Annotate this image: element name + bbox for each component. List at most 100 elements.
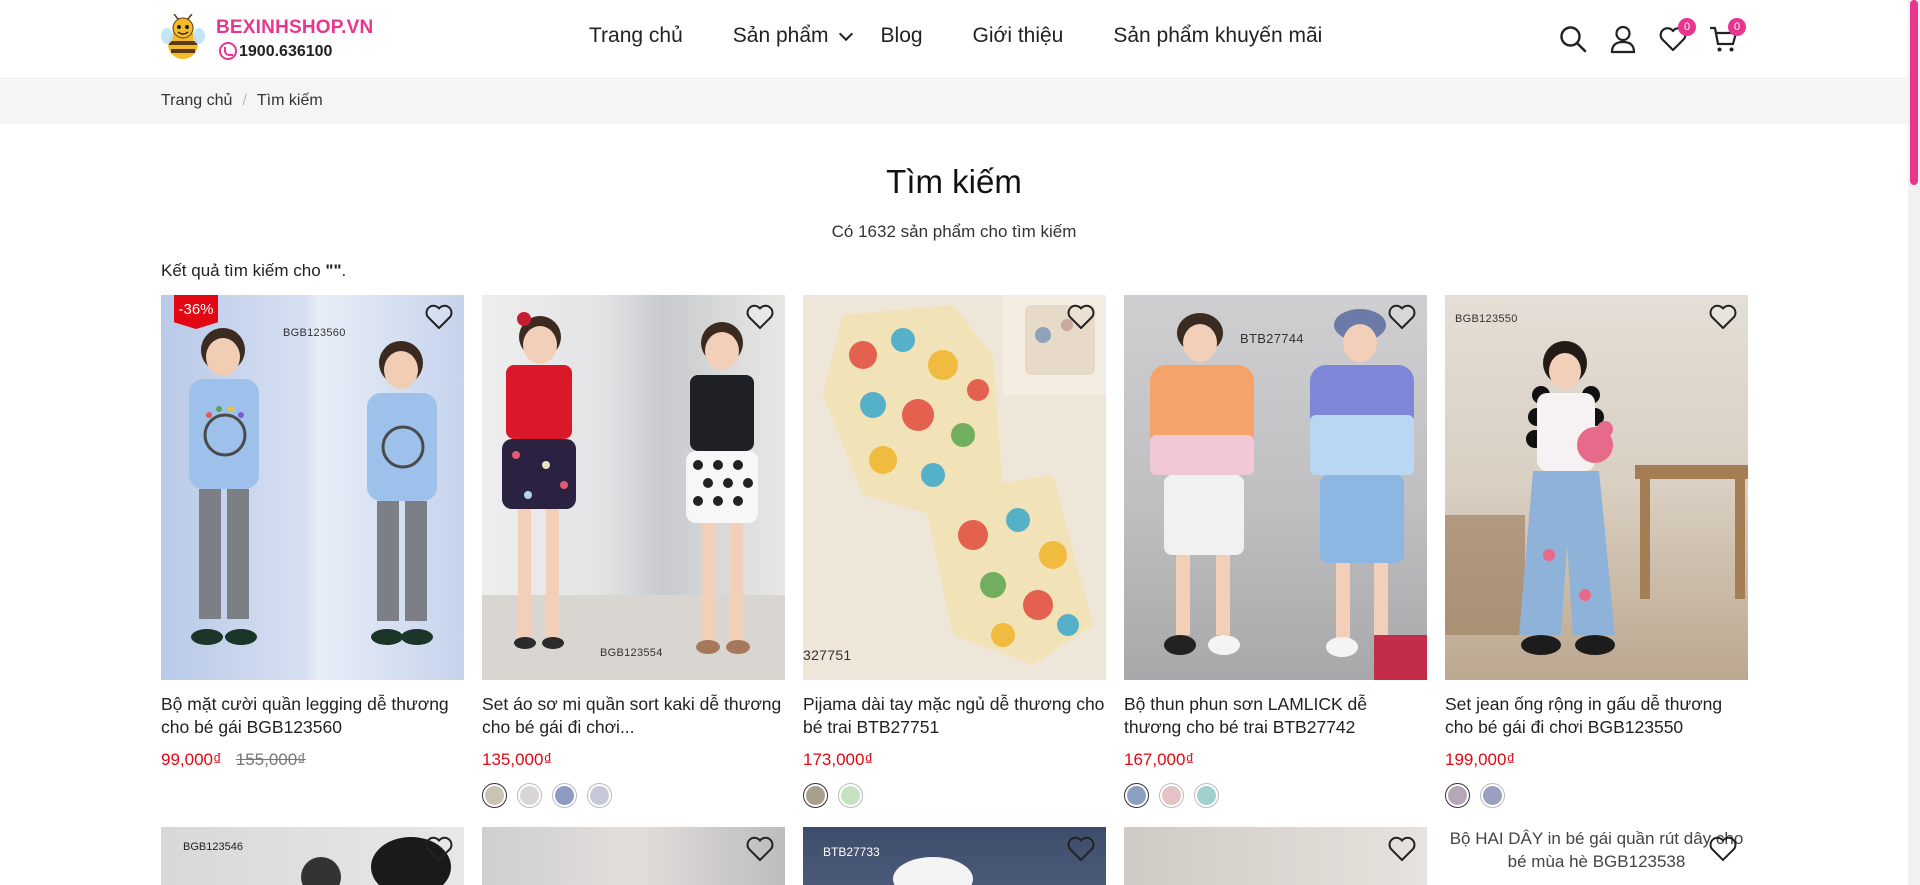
product-photo-wide-jeans-set [1445,341,1748,655]
nav-about[interactable]: Giới thiệu [973,24,1064,48]
color-swatches [1445,783,1748,808]
heart-icon[interactable] [1387,835,1417,863]
color-swatch[interactable] [1480,783,1505,808]
product-prices: 135,000₫ [482,750,785,770]
product-card[interactable]: BGB123554 Set áo sơ mi quần sort kaki dễ… [482,295,785,808]
phone-icon [219,42,237,60]
product-price: 167,000₫ [1124,750,1195,769]
product-price: 173,000₫ [803,750,874,769]
color-swatch[interactable] [1445,783,1470,808]
heart-icon[interactable] [745,303,775,331]
product-card[interactable]: BGB123550 Set jean ống rộng in gấu dễ th… [1445,295,1748,808]
color-swatch-fill [1127,786,1146,805]
product-image[interactable]: BGB123554 [482,295,785,680]
product-card[interactable]: BTB27733 [803,827,1106,885]
result-suffix: . [341,261,347,280]
scrollbar-thumb[interactable] [1910,0,1918,185]
color-swatch[interactable] [517,783,542,808]
product-prices: 199,000₫ [1445,750,1748,770]
brand-name: BEXINHSHOP.VN [216,17,374,38]
breadcrumb: Trang chủ / Tìm kiếm [161,92,323,110]
product-image[interactable] [1124,827,1427,885]
product-title[interactable]: Bộ thun phun sơn LAMLICK dễ thương cho b… [1124,693,1427,739]
product-image[interactable]: BTB27744 [1124,295,1427,680]
nav-blog[interactable]: Blog [881,24,923,48]
color-swatches [482,783,785,808]
scrollbar[interactable] [1908,0,1920,885]
heart-icon[interactable] [1387,303,1417,331]
color-swatch-fill [590,786,609,805]
product-title[interactable]: Pijama dài tay mặc ngủ dễ thương cho bé … [803,693,1106,739]
color-swatch[interactable] [552,783,577,808]
site-header: BEXINHSHOP.VN 1900.636100 Trang chủ Sản … [0,0,1920,79]
product-title[interactable]: Set áo sơ mi quần sort kaki dễ thương ch… [482,693,785,739]
product-card[interactable]: 327751 Pijama dài tay mặc ngủ dễ thương … [803,295,1106,808]
main-nav: Trang chủ Sản phẩm Blog Giới thiệu Sản p… [589,24,1372,48]
heart-icon[interactable] [424,835,454,863]
product-code: BTB27744 [1240,331,1304,346]
broken-image-alt-text[interactable]: Bộ HAI DÂY in bé gái quần rút dây cho bé… [1445,827,1748,873]
wishlist-count-badge: 0 [1678,18,1696,36]
result-query-text: Kết quả tìm kiếm cho "". [161,261,346,281]
product-code: BGB123560 [283,327,346,339]
heart-icon[interactable] [745,835,775,863]
product-title[interactable]: Bộ mặt cười quần legging dễ thương cho b… [161,693,464,739]
product-card[interactable]: BTB27744 Bộ thun phun sơn LAMLICK dễ thư… [1124,295,1427,808]
product-card[interactable]: BGB123546 [161,827,464,885]
cart-count-badge: 0 [1728,18,1746,36]
product-code: BTB27733 [823,845,880,859]
product-image[interactable]: BGB123560 -36% [161,295,464,680]
product-card[interactable] [482,827,785,885]
product-photo-shirt-shorts-set [482,312,785,680]
color-swatch-fill [1197,786,1216,805]
heart-icon[interactable] [1066,835,1096,863]
heart-icon[interactable] [1708,835,1738,863]
color-swatch[interactable] [803,783,828,808]
product-image[interactable]: 327751 [803,295,1106,680]
color-swatch[interactable] [1124,783,1149,808]
breadcrumb-separator: / [242,92,247,109]
product-price: 135,000₫ [482,750,553,769]
wishlist-button[interactable]: 0 [1658,18,1696,54]
nav-home[interactable]: Trang chủ [589,24,683,48]
color-swatches [1124,783,1427,808]
product-image[interactable]: BGB123550 [1445,295,1748,680]
account-button[interactable] [1608,24,1638,54]
nav-promotions[interactable]: Sản phẩm khuyến mãi [1113,24,1322,48]
color-swatch-fill [555,786,574,805]
search-button[interactable] [1558,24,1588,54]
cart-button[interactable]: 0 [1708,18,1746,54]
color-swatch-fill [841,786,860,805]
heart-icon[interactable] [1066,303,1096,331]
result-count: Có 1632 sản phẩm cho tìm kiếm [831,222,1077,241]
chevron-down-icon [838,26,853,41]
product-prices: 99,000₫ 155,000₫ [161,750,464,770]
product-card[interactable] [1124,827,1427,885]
color-swatch[interactable] [482,783,507,808]
product-code: BGB123554 [600,647,663,659]
product-image[interactable]: BTB27733 [803,827,1106,885]
product-photo-pajama-set [823,295,1106,665]
result-query: "" [325,261,342,280]
breadcrumb-home[interactable]: Trang chủ [161,92,232,110]
breadcrumb-current: Tìm kiếm [256,92,323,109]
product-image[interactable] [482,827,785,885]
heart-icon[interactable] [1708,303,1738,331]
color-swatch[interactable] [838,783,863,808]
heart-icon[interactable] [424,303,454,331]
color-swatch[interactable] [587,783,612,808]
product-card[interactable]: BGB123560 -36% Bộ mặt cười quần legging … [161,295,464,770]
product-card[interactable]: Bộ HAI DÂY in bé gái quần rút dây cho bé… [1445,827,1748,885]
product-image[interactable]: BGB123546 [161,827,464,885]
nav-about-label: Giới thiệu [972,24,1064,47]
product-title[interactable]: Set jean ống rộng in gấu dễ thương cho b… [1445,693,1748,739]
logo[interactable]: BEXINHSHOP.VN 1900.636100 [161,12,373,64]
product-code: BGB123546 [183,841,243,853]
product-price: 99,000₫ [161,750,222,769]
color-swatch[interactable] [1194,783,1219,808]
color-swatch[interactable] [1159,783,1184,808]
color-swatch-fill [1162,786,1181,805]
color-swatches [803,783,1106,808]
nav-products[interactable]: Sản phẩm [733,24,853,48]
product-photo-girl-smiley-tee [189,328,437,645]
